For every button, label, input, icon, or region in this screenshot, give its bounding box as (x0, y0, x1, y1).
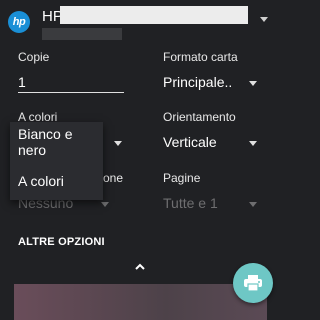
duplex-caret-icon (101, 202, 109, 207)
pages-value: Tutte e 1 (163, 195, 218, 211)
pages-label: Pagine (163, 171, 201, 185)
copies-label: Copie (18, 50, 50, 64)
hp-logo-icon: hp (8, 11, 30, 33)
print-button[interactable] (233, 263, 273, 303)
color-dropdown-menu: Bianco e nero A colori (10, 122, 103, 200)
print-preview-content (14, 284, 267, 320)
dropdown-option-color[interactable]: A colori (10, 161, 103, 200)
redacted-printer-status (42, 28, 122, 40)
orientation-value: Verticale (163, 134, 217, 150)
orientation-label: Orientamento (163, 110, 236, 124)
paper-size-label: Formato carta (163, 50, 238, 64)
printer-icon (244, 275, 262, 292)
copies-input[interactable] (18, 72, 124, 93)
more-options-toggle[interactable]: ALTRE OPZIONI (18, 236, 105, 248)
printer-selector-header[interactable]: hp HP (0, 0, 281, 44)
orientation-caret-icon (249, 141, 257, 146)
duplex-label-partial: one (103, 171, 124, 185)
color-caret-icon[interactable] (114, 141, 122, 146)
pages-caret-icon (249, 202, 257, 207)
print-preview-page (14, 284, 267, 320)
paper-size-caret-icon (249, 81, 257, 86)
redacted-printer-name (60, 6, 248, 24)
printer-dropdown-chevron-icon[interactable] (260, 17, 268, 22)
chevron-up-icon[interactable] (133, 262, 147, 272)
paper-size-value: Principale.. (163, 74, 233, 90)
dropdown-option-black-white[interactable]: Bianco e nero (10, 122, 103, 161)
